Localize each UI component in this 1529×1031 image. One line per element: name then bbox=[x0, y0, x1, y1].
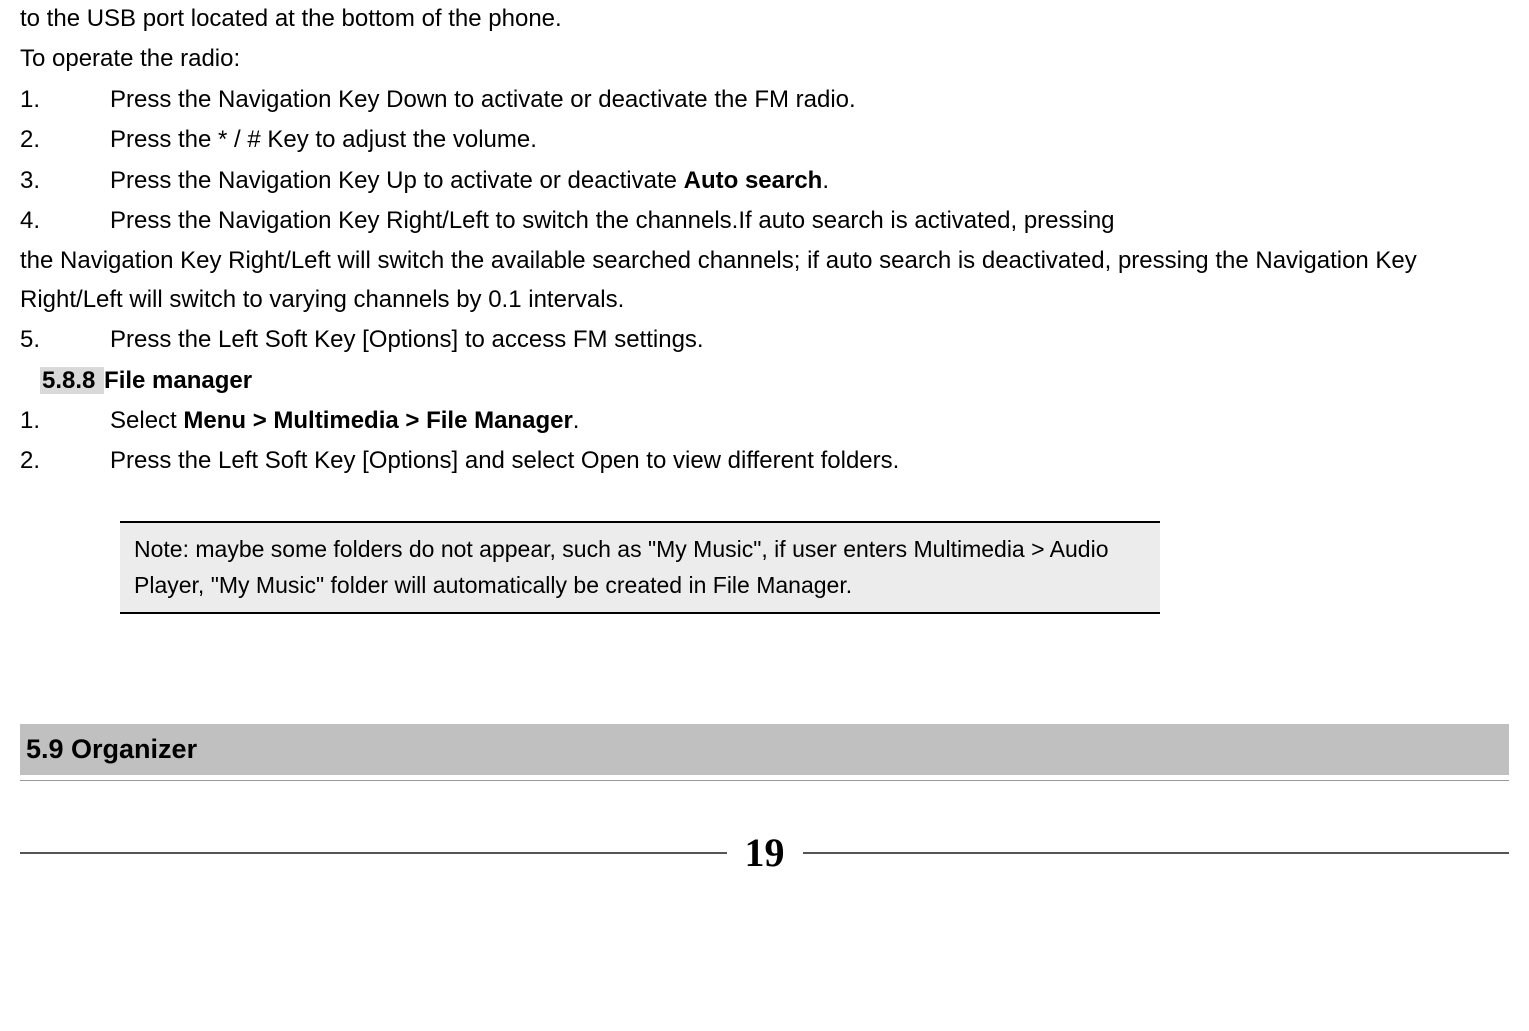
file-step-2: 2. Press the Left Soft Key [Options] and… bbox=[20, 442, 1509, 480]
text-part: Press the Navigation Key Up to activate … bbox=[110, 167, 684, 194]
radio-step-3: 3. Press the Navigation Key Up to activa… bbox=[20, 162, 1509, 200]
subsection-number: 5.8.8 bbox=[40, 367, 104, 394]
subsection-title: File manager bbox=[104, 367, 252, 394]
bold-text: Menu > Multimedia > File Manager bbox=[183, 407, 572, 434]
page-number: 19 bbox=[745, 821, 785, 885]
radio-step-1: 1. Press the Navigation Key Down to acti… bbox=[20, 81, 1509, 119]
list-text: Select Menu > Multimedia > File Manager. bbox=[110, 402, 1509, 440]
list-text: Press the Navigation Key Down to activat… bbox=[110, 81, 1509, 119]
text-part: . bbox=[822, 167, 829, 194]
radio-step-2: 2. Press the * / # Key to adjust the vol… bbox=[20, 121, 1509, 159]
intro-line-2: To operate the radio: bbox=[20, 40, 1509, 78]
note-box: Note: maybe some folders do not appear, … bbox=[120, 521, 1160, 615]
footer-line-left bbox=[20, 852, 727, 854]
bold-text: Auto search bbox=[684, 167, 823, 194]
list-text: Press the Navigation Key Right/Left to s… bbox=[110, 202, 1509, 240]
footer-overline bbox=[20, 780, 1509, 781]
list-number: 5. bbox=[20, 321, 110, 359]
list-text: Press the Left Soft Key [Options] to acc… bbox=[110, 321, 1509, 359]
footer-line-right bbox=[803, 852, 1510, 854]
page-footer: 19 bbox=[20, 821, 1509, 885]
list-number: 3. bbox=[20, 162, 110, 200]
list-text: Press the Left Soft Key [Options] and se… bbox=[110, 442, 1509, 480]
radio-step-4-continuation: the Navigation Key Right/Left will switc… bbox=[20, 242, 1509, 319]
radio-step-4: 4. Press the Navigation Key Right/Left t… bbox=[20, 202, 1509, 240]
subsection-heading: 5.8.8 File manager bbox=[40, 362, 1509, 400]
radio-step-5: 5. Press the Left Soft Key [Options] to … bbox=[20, 321, 1509, 359]
file-step-1: 1. Select Menu > Multimedia > File Manag… bbox=[20, 402, 1509, 440]
text-part: Select bbox=[110, 407, 183, 434]
list-text: Press the Navigation Key Up to activate … bbox=[110, 162, 1509, 200]
list-number: 2. bbox=[20, 121, 110, 159]
text-part: . bbox=[573, 407, 580, 434]
list-number: 1. bbox=[20, 81, 110, 119]
list-text: Press the * / # Key to adjust the volume… bbox=[110, 121, 1509, 159]
list-number: 2. bbox=[20, 442, 110, 480]
list-number: 4. bbox=[20, 202, 110, 240]
list-number: 1. bbox=[20, 402, 110, 440]
section-header: 5.9 Organizer bbox=[20, 724, 1509, 775]
intro-line-1: to the USB port located at the bottom of… bbox=[20, 0, 1509, 38]
